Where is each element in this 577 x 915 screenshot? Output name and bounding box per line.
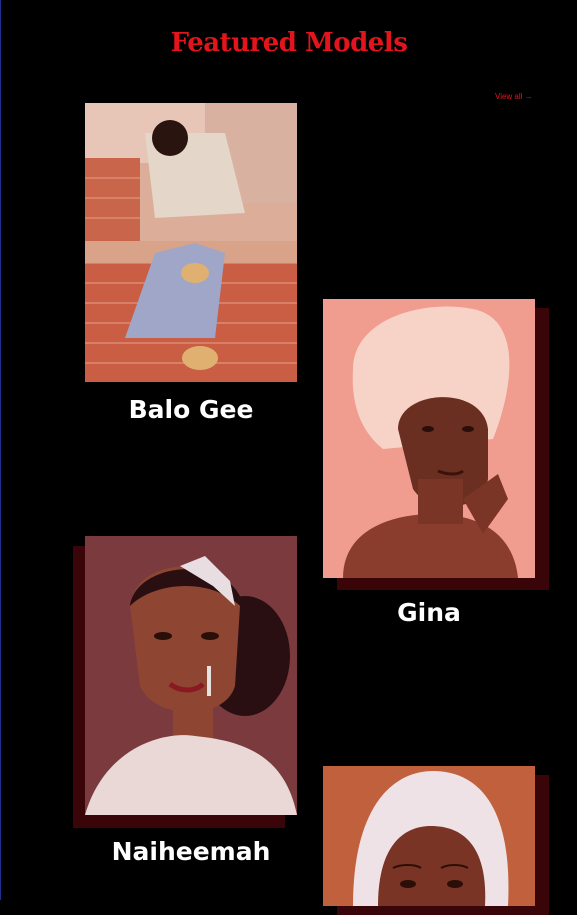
model-photo[interactable] xyxy=(85,103,297,382)
model-photo[interactable] xyxy=(323,299,535,578)
model-photo[interactable] xyxy=(85,536,297,815)
model-photo[interactable] xyxy=(323,766,535,906)
model-name: Naiheemah xyxy=(111,837,271,866)
model-name: Gina xyxy=(397,598,461,627)
model-name: Balo Gee xyxy=(128,395,254,424)
view-all-link[interactable]: View all → xyxy=(495,92,533,101)
section-title: Featured Models xyxy=(170,28,408,58)
